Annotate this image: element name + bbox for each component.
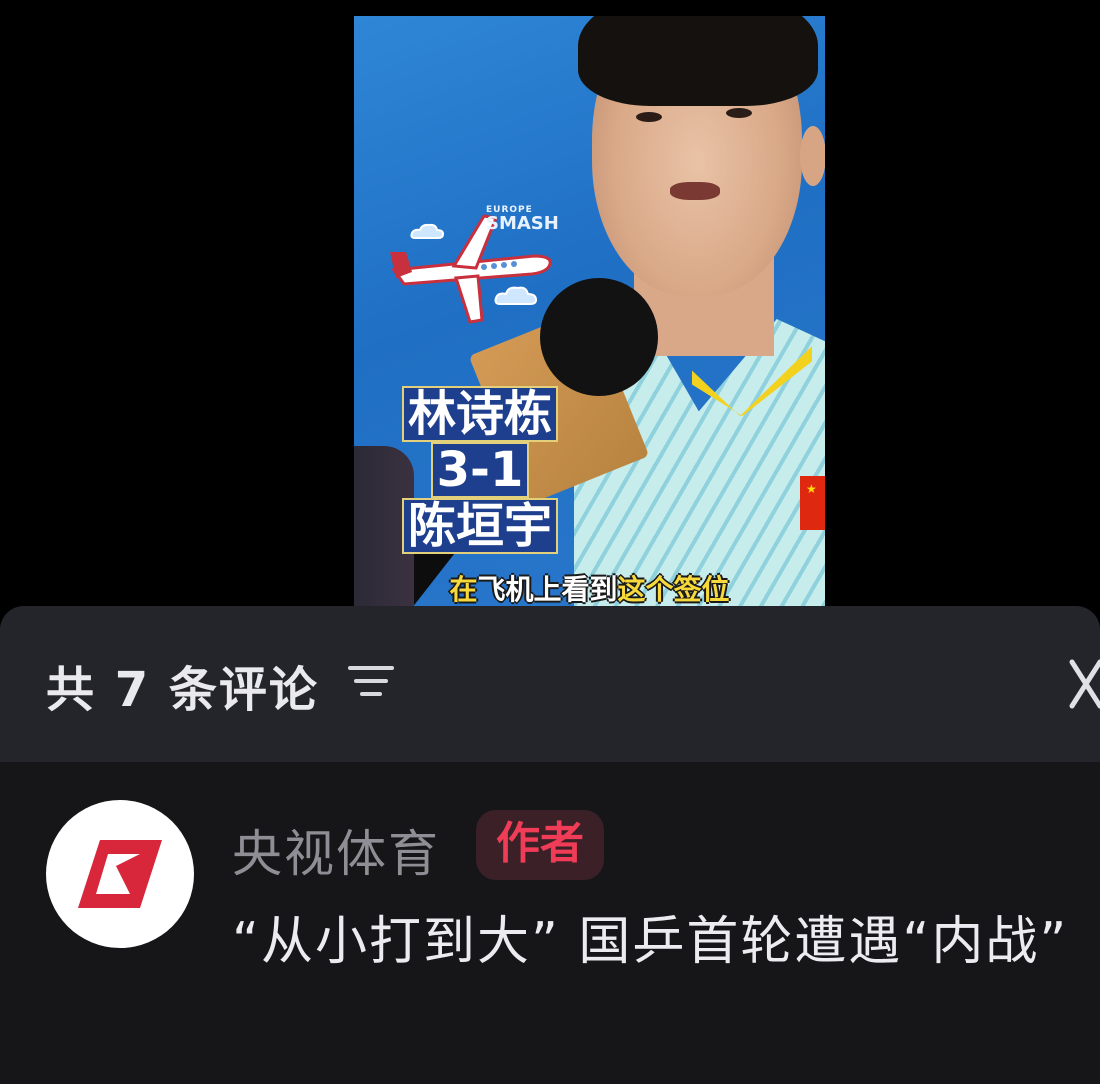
close-icon[interactable] — [1066, 656, 1100, 712]
video-subtitle: 在飞机上看到这个签位 — [354, 568, 825, 606]
cloud-icon — [410, 223, 444, 239]
microphone-icon — [540, 278, 658, 396]
flag-star: ★ — [806, 482, 817, 496]
event-logo-line2: SMASH — [486, 213, 559, 234]
match-score: 3-1 — [430, 442, 530, 498]
comment-item[interactable]: 央视体育 作者 “从小打到大” 国乒首轮遭遇“内战” — [0, 762, 1100, 1084]
mouth — [670, 182, 720, 200]
video-player[interactable]: EUROPE SMASH ★ 林诗栋 3-1 陈垣宇 在飞机上看到这个签位 — [354, 16, 825, 606]
comment-text[interactable]: “从小打到大” 国乒首轮遭遇“内战” — [232, 896, 1072, 988]
cloud-icon — [494, 286, 538, 305]
eye — [636, 112, 662, 122]
china-flag-icon: ★ — [800, 476, 825, 530]
subtitle-part: 这个签位 — [617, 573, 730, 606]
player-hair — [578, 16, 818, 106]
eye — [726, 108, 752, 118]
player-name-2: 陈垣宇 — [401, 498, 558, 554]
comments-sheet: 共 7 条评论 央视体育 作者 “从小打到大” 国乒首轮遭遇“内战” — [0, 606, 1100, 1084]
match-score-overlay: 林诗栋 3-1 陈垣宇 — [390, 386, 570, 554]
comment-count-label: 共 7 条评论 — [46, 662, 319, 718]
cctv-sports-logo-icon — [78, 840, 162, 908]
subtitle-part: 在 — [449, 573, 478, 606]
author-badge: 作者 — [476, 810, 604, 880]
player-name-1: 林诗栋 — [401, 386, 558, 442]
event-logo: EUROPE SMASH — [486, 206, 559, 233]
subtitle-part: 飞机上看到 — [477, 573, 618, 606]
avatar[interactable] — [46, 800, 194, 948]
comments-header: 共 7 条评论 — [0, 606, 1100, 762]
comment-author[interactable]: 央视体育 — [232, 814, 440, 886]
ear — [800, 126, 825, 186]
sort-icon[interactable] — [346, 662, 396, 702]
